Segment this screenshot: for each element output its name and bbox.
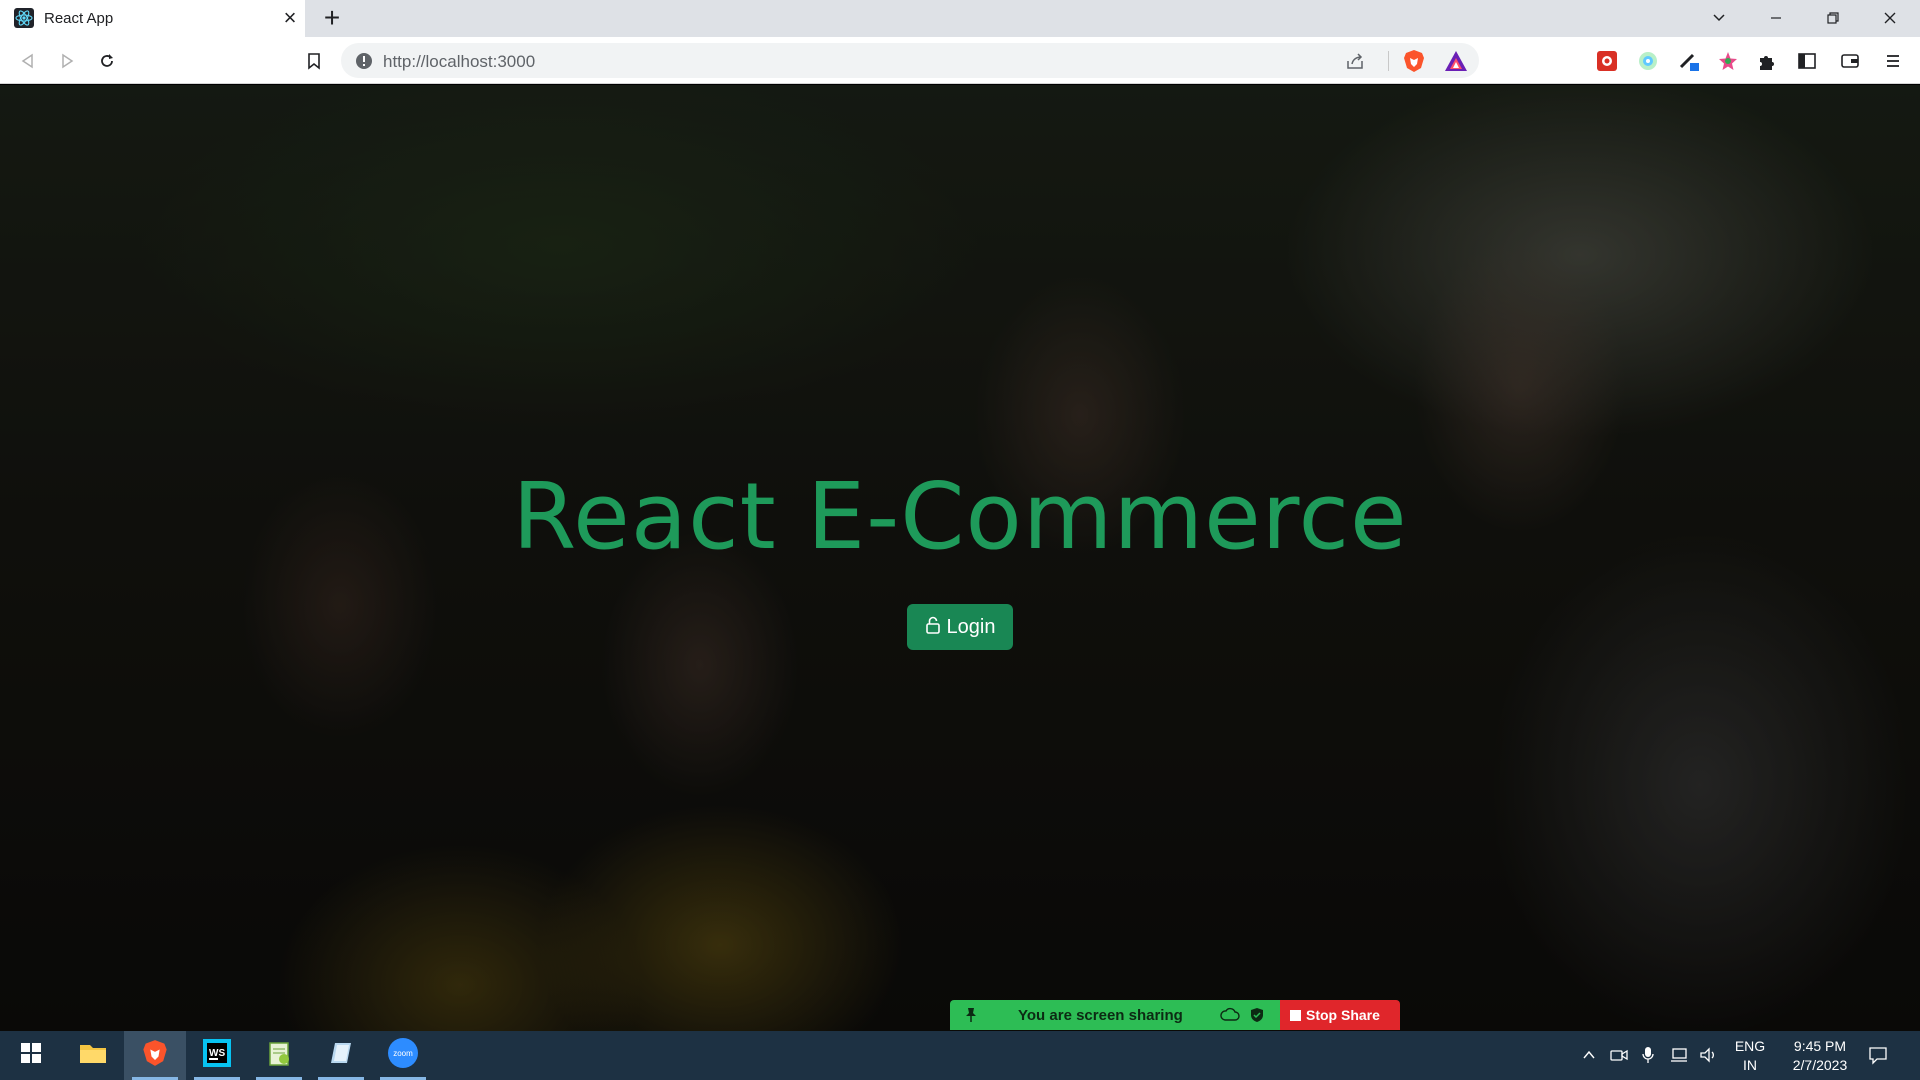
menu-icon[interactable] — [1881, 49, 1905, 73]
screen-share-status-text: You are screen sharing — [1018, 1007, 1183, 1024]
screen-share-bar: You are screen sharing Stop Share — [950, 1000, 1400, 1030]
taskbar-webstorm[interactable]: WS — [186, 1031, 248, 1080]
back-icon[interactable] — [16, 49, 40, 73]
volume-icon[interactable] — [1698, 1045, 1718, 1065]
forward-icon[interactable] — [55, 49, 79, 73]
extension-star-icon[interactable] — [1716, 49, 1740, 73]
lock-icon — [925, 615, 941, 640]
hero-title: React E-Commerce — [512, 463, 1408, 570]
windows-taskbar: WS zoom ENG IN 9:45 PM 2/7/2023 — [0, 1031, 1920, 1080]
share-icon[interactable] — [1344, 50, 1366, 72]
extension-pen-icon[interactable] — [1677, 49, 1701, 73]
taskbar-notes[interactable] — [310, 1031, 372, 1080]
minimize-icon[interactable] — [1764, 6, 1788, 30]
new-tab-button[interactable]: + — [320, 4, 344, 32]
taskbar-zoom[interactable]: zoom — [372, 1031, 434, 1080]
pin-icon[interactable] — [964, 1007, 978, 1028]
svg-text:zoom: zoom — [393, 1049, 413, 1058]
svg-text:WS: WS — [209, 1048, 225, 1059]
screen-share-status[interactable]: You are screen sharing — [950, 1000, 1280, 1030]
tab-title: React App — [44, 10, 114, 27]
notes-app-icon — [327, 1039, 355, 1072]
network-icon[interactable] — [1669, 1045, 1689, 1065]
windows-logo-icon — [20, 1042, 42, 1069]
bookmark-icon[interactable] — [302, 49, 326, 73]
language-code: ENG — [1734, 1038, 1766, 1054]
show-hidden-icons-chevron-icon[interactable] — [1579, 1045, 1599, 1065]
taskbar-notepad-plus-plus[interactable] — [248, 1031, 310, 1080]
brave-shields-icon[interactable] — [1403, 49, 1425, 73]
notepad-plus-plus-icon — [265, 1039, 293, 1072]
notifications-icon[interactable] — [1868, 1045, 1888, 1065]
tab-search-icon[interactable] — [1707, 6, 1731, 30]
stop-share-button[interactable]: Stop Share — [1280, 1000, 1400, 1030]
site-info-icon[interactable] — [355, 52, 373, 70]
browser-tab[interactable]: React App × — [0, 0, 305, 37]
close-window-icon[interactable] — [1878, 6, 1902, 30]
restore-icon[interactable] — [1821, 6, 1845, 30]
sidebar-icon[interactable] — [1795, 49, 1819, 73]
microphone-icon[interactable] — [1638, 1045, 1658, 1065]
extension-color-picker-icon[interactable] — [1636, 49, 1660, 73]
react-logo-icon — [14, 8, 34, 28]
omnibox-divider — [1388, 51, 1389, 71]
hero-section: React E-Commerce Login — [0, 85, 1920, 1031]
extension-red-icon[interactable] — [1595, 49, 1619, 73]
taskbar-brave[interactable] — [124, 1031, 186, 1080]
brave-browser-icon — [142, 1039, 168, 1072]
extensions-puzzle-icon[interactable] — [1755, 49, 1779, 73]
input-language[interactable]: ENG IN — [1732, 1037, 1768, 1075]
camera-icon[interactable] — [1609, 1045, 1629, 1065]
wallet-icon[interactable] — [1838, 49, 1862, 73]
brave-rewards-icon[interactable] — [1444, 50, 1468, 72]
start-button[interactable] — [0, 1031, 62, 1080]
login-label: Login — [946, 615, 996, 638]
clock-time: 9:45 PM — [1793, 1038, 1847, 1054]
close-tab-icon[interactable]: × — [280, 7, 300, 29]
folder-icon — [79, 1041, 107, 1070]
stop-square-icon — [1290, 1008, 1301, 1026]
url-text[interactable]: http://localhost:3000 — [383, 52, 535, 72]
stop-share-label: Stop Share — [1306, 1007, 1380, 1023]
shield-icon — [1250, 1007, 1264, 1028]
address-bar[interactable]: http://localhost:3000 — [341, 43, 1479, 78]
region-code: IN — [1743, 1057, 1757, 1073]
reload-icon[interactable] — [95, 49, 119, 73]
webstorm-icon: WS — [203, 1039, 231, 1072]
tab-strip: React App × + — [0, 0, 1920, 37]
browser-toolbar: http://localhost:3000 — [0, 37, 1920, 84]
login-button[interactable]: Login — [907, 604, 1013, 650]
cloud-icon — [1220, 1007, 1240, 1028]
zoom-icon: zoom — [387, 1037, 419, 1074]
clock-date: 2/7/2023 — [1792, 1057, 1848, 1073]
taskbar-file-explorer[interactable] — [62, 1031, 124, 1080]
clock[interactable]: 9:45 PM 2/7/2023 — [1775, 1037, 1865, 1075]
